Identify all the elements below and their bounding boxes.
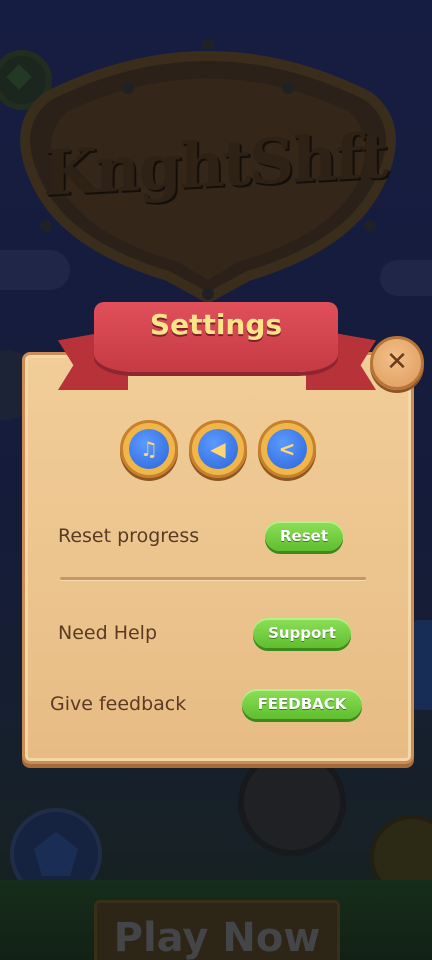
music-toggle-button[interactable]: ♫: [120, 420, 178, 478]
reset-progress-label: Reset progress: [58, 525, 200, 547]
sound-toggle-button[interactable]: ◀: [189, 420, 247, 478]
sound-icon: ◀: [198, 429, 238, 469]
music-note-icon: ♫: [129, 429, 169, 469]
give-feedback-label: Give feedback: [50, 693, 187, 715]
close-icon: ✕: [386, 347, 408, 377]
divider: [60, 577, 366, 580]
support-button[interactable]: Support: [253, 618, 351, 648]
share-button[interactable]: <: [258, 420, 316, 478]
close-button[interactable]: ✕: [370, 336, 424, 390]
share-icon: <: [267, 429, 307, 469]
need-help-label: Need Help: [58, 622, 158, 644]
feedback-button[interactable]: FEEDBACK: [242, 689, 362, 719]
settings-title: Settings: [149, 308, 283, 341]
reset-button[interactable]: Reset: [265, 521, 343, 551]
